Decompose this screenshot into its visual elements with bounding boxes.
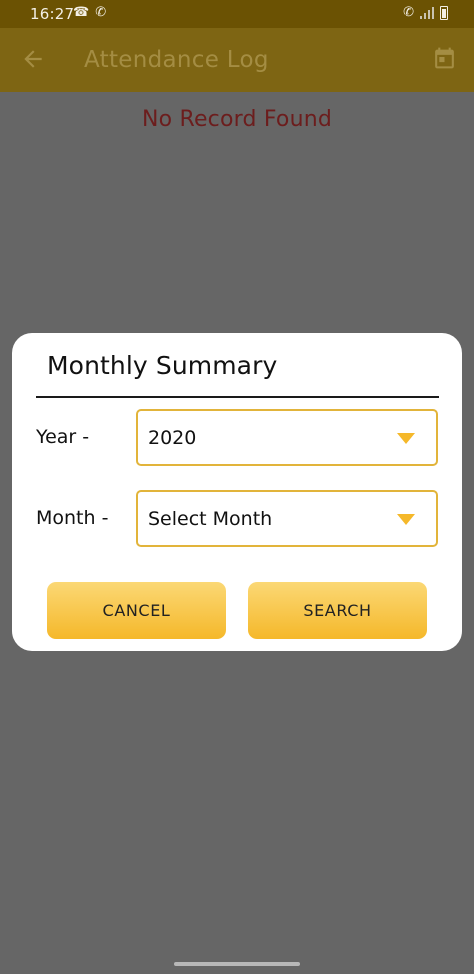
app-bar: Attendance Log — [0, 28, 474, 92]
dialog-divider — [36, 396, 439, 398]
battery-icon — [440, 5, 448, 20]
month-select-value: Select Month — [148, 508, 273, 530]
year-select[interactable]: 2020 — [136, 409, 438, 466]
call-icon: ✆ — [95, 5, 107, 20]
signal-icon — [420, 6, 434, 19]
wifi-call-icon: ✆ — [403, 5, 414, 20]
monthly-summary-dialog: Monthly Summary Year - 2020 Month - Sele… — [12, 333, 462, 651]
dialog-title: Monthly Summary — [47, 351, 278, 380]
system-icons: ✆ — [403, 5, 448, 20]
month-label: Month - — [36, 507, 109, 529]
notification-icon: ☎ — [73, 5, 90, 20]
home-indicator[interactable] — [174, 962, 300, 966]
cancel-button[interactable]: CANCEL — [47, 582, 226, 639]
dropdown-arrow-icon — [397, 433, 415, 444]
status-time: 16:27 — [30, 5, 75, 23]
empty-state-message: No Record Found — [141, 107, 333, 132]
month-select[interactable]: Select Month — [136, 490, 438, 547]
notification-icons: ☎ ✆ — [73, 5, 106, 20]
status-bar: 16:27 ☎ ✆ ✆ — [0, 0, 474, 28]
page-title: Attendance Log — [84, 47, 269, 73]
year-label: Year - — [36, 426, 90, 448]
year-select-value: 2020 — [148, 427, 197, 449]
arrow-left-icon[interactable] — [20, 46, 46, 72]
dropdown-arrow-icon — [397, 514, 415, 525]
search-button[interactable]: SEARCH — [248, 582, 427, 639]
calendar-icon[interactable] — [432, 45, 457, 71]
